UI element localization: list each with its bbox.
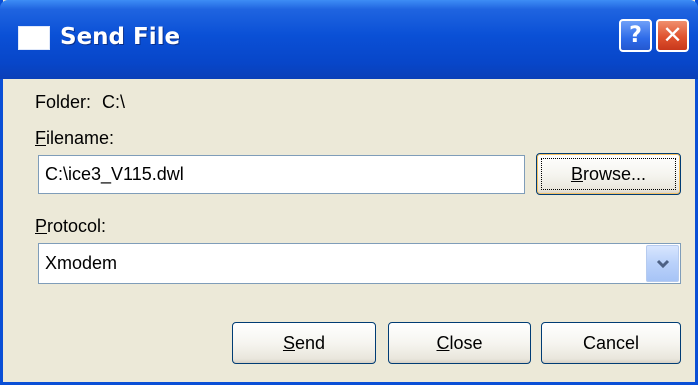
filename-label: Filename: xyxy=(35,128,114,149)
chevron-down-icon xyxy=(656,259,670,269)
close-window-button[interactable]: ✕ xyxy=(656,19,689,52)
cancel-label: Cancel xyxy=(582,333,640,353)
close-icon: ✕ xyxy=(662,21,683,49)
send-label: end xyxy=(294,333,326,353)
help-button[interactable]: ? xyxy=(619,19,652,52)
folder-row: Folder: C:\ xyxy=(35,92,125,113)
title-bar[interactable]: Send File ? ✕ xyxy=(0,0,698,79)
browse-button[interactable]: Browse... xyxy=(536,153,681,195)
browse-label: rowse... xyxy=(582,164,647,184)
close-button[interactable]: Close xyxy=(388,322,531,364)
filename-input[interactable] xyxy=(38,155,525,194)
folder-value: C:\ xyxy=(102,92,126,112)
window-title: Send File xyxy=(60,24,181,50)
browse-accelerator: B xyxy=(570,164,583,184)
protocol-label-accelerator: P xyxy=(35,216,48,236)
folder-label: Folder: xyxy=(35,92,92,112)
send-accelerator: S xyxy=(282,333,295,353)
filename-label-text: ilename: xyxy=(46,128,115,148)
protocol-label: Protocol: xyxy=(35,216,106,237)
send-button[interactable]: Send xyxy=(232,322,376,364)
send-file-dialog: Send File ? ✕ Folder: C:\ Filename: Brow… xyxy=(0,0,698,385)
protocol-dropdown-button[interactable] xyxy=(646,245,679,282)
protocol-label-text: rotocol: xyxy=(47,216,107,236)
cancel-button[interactable]: Cancel xyxy=(541,322,681,364)
close-accelerator: C xyxy=(436,333,450,353)
window-app-icon xyxy=(18,26,50,50)
filename-label-accelerator: F xyxy=(35,128,46,148)
protocol-selected-value: Xmodem xyxy=(45,253,118,273)
close-label: lose xyxy=(449,333,483,353)
help-icon: ? xyxy=(629,23,642,48)
protocol-select[interactable]: Xmodem xyxy=(38,243,681,284)
